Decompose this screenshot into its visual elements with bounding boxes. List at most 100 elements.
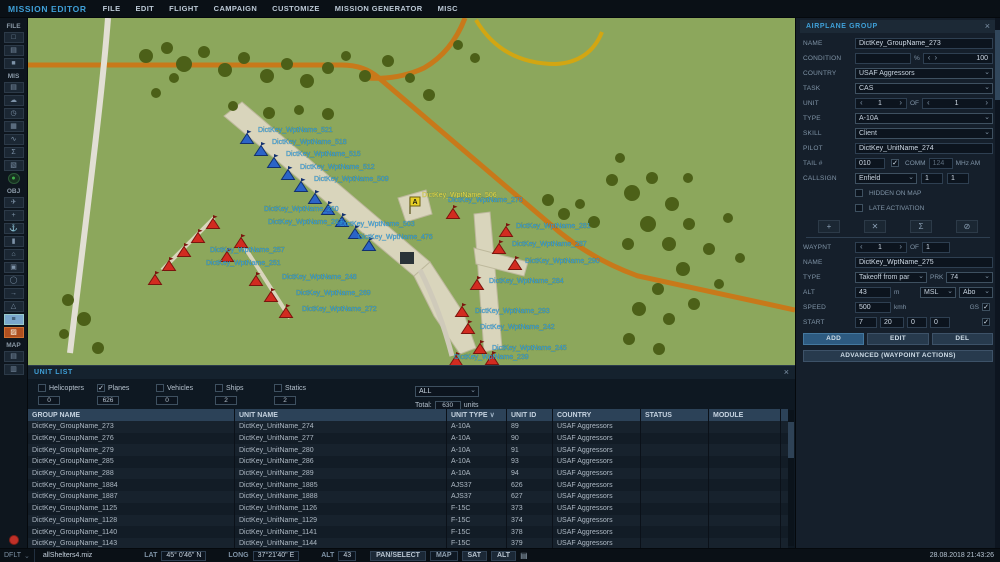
list-tool-icon[interactable]: ≡ [3,314,24,325]
waypoint-label[interactable]: DictKey_WptName_290 [525,258,600,266]
options-icon[interactable]: ▧ [3,160,24,171]
spinner-right-icon[interactable]: › [932,54,939,62]
right-panel-scroll-thumb[interactable] [995,30,1000,100]
edit-waypoint-button[interactable]: EDIT [867,333,929,345]
menu-item-misc[interactable]: MISC [438,4,458,13]
unit-table-row[interactable]: DictKey_GroupName_288 DictKey_UnitName_28… [28,467,788,480]
sat-view-button[interactable]: SAT [461,550,487,561]
waypoint-label[interactable]: DictKey_WptName_263 [268,219,343,227]
weather-icon[interactable]: ☁ [3,95,24,106]
waypoint-label[interactable]: DictKey_WptName_260 [264,206,339,214]
comm-checkbox[interactable] [891,159,899,167]
filter-checkbox-vehicles[interactable] [156,384,164,392]
aircraft-type-dropdown[interactable]: A-10A [855,112,993,124]
filter-checkbox-helicopters[interactable] [38,384,46,392]
menu-item-edit[interactable]: EDIT [135,4,154,13]
unit-list-close-icon[interactable]: × [784,368,789,377]
column-header-module[interactable]: MODULE [709,409,781,421]
spinner-left-icon[interactable]: ‹ [858,243,865,251]
hidden-on-map-checkbox[interactable] [855,189,863,197]
group-name-input[interactable]: DictKey_GroupName_273 [855,37,993,49]
spinner-left-icon[interactable]: ‹ [925,99,932,107]
map-view-button[interactable]: MAP [429,550,458,561]
summary-icon[interactable]: Σ [3,147,24,158]
waypoint-label[interactable]: DictKey_WptName_281 [516,223,591,231]
menu-item-mission-generator[interactable]: MISSION GENERATOR [335,4,423,13]
task-dropdown[interactable]: CAS [855,82,993,94]
unit-table-row[interactable]: DictKey_GroupName_1884 DictKey_UnitName_1… [28,479,788,492]
map-options-icon[interactable]: ▥ [3,364,24,375]
briefing-icon[interactable]: ▤ [3,82,24,93]
time-icon[interactable]: ◷ [3,108,24,119]
unit-table-row[interactable]: DictKey_GroupName_1128 DictKey_UnitName_1… [28,514,788,527]
menu-item-flight[interactable]: FLIGHT [169,4,198,13]
parking-dropdown[interactable]: 74 [946,271,993,283]
start-hour-input[interactable]: 20 [880,316,904,328]
unit-table-row[interactable]: DictKey_GroupName_1125 DictKey_UnitName_1… [28,502,788,515]
waypoint-label[interactable]: DictKey_WptName_269 [296,290,371,298]
filter-checkbox-statics[interactable] [274,384,282,392]
waypoint-label[interactable]: DictKey_WptName_509 [314,176,389,184]
waypoint-label[interactable]: DictKey_WptName_284 [489,278,564,286]
spinner-right-icon[interactable]: › [983,99,990,107]
add-template-icon[interactable]: ▣ [3,262,24,273]
start-second-input[interactable]: 0 [930,316,950,328]
map-area[interactable]: A DictKey_WptName_521 DictKey_WptName_518 D… [28,18,795,548]
failures-icon[interactable]: ▦ [3,121,24,132]
unit-list-scrollbar[interactable] [788,410,794,546]
column-header-country[interactable]: COUNTRY [553,409,641,421]
spinner-right-icon[interactable]: › [897,243,904,251]
altitude-mode-dropdown[interactable]: Abo [959,286,993,298]
open-mission-icon[interactable]: ▤ [3,45,24,56]
delete-waypoint-button[interactable]: DEL [931,333,993,345]
layers-icon[interactable]: ▤ [520,551,528,560]
pilot-input[interactable]: DictKey_UnitName_274 [855,142,993,154]
save-mission-icon[interactable]: ■ [3,58,24,69]
column-header-unit-name[interactable]: UNIT NAME [235,409,447,421]
start-time-checkbox[interactable] [982,318,990,326]
waypoint-label[interactable]: DictKey_WptName_476 [358,234,433,242]
triggers-icon[interactable]: ∿ [3,134,24,145]
skill-dropdown[interactable]: Client [855,127,993,139]
add-helicopter-icon[interactable]: + [3,210,24,221]
add-waypoint-button[interactable]: ADD [803,333,865,345]
unit-table-row[interactable]: DictKey_GroupName_279 DictKey_UnitName_28… [28,444,788,457]
wrench-tool-icon[interactable]: + [818,220,840,233]
country-dropdown[interactable]: USAF Aggressors [855,67,993,79]
unit-table-row[interactable]: DictKey_GroupName_1887 DictKey_UnitName_1… [28,491,788,503]
callsign-number-input[interactable]: 1 [947,172,969,184]
waypoint-type-dropdown[interactable]: Takeoff from par [855,271,927,283]
menu-item-campaign[interactable]: CAMPAIGN [214,4,257,13]
waypoint-label[interactable]: DictKey_WptName_242 [480,324,555,332]
waypoint-label[interactable]: DictKey_WptName_503 [340,221,415,229]
waypoint-label[interactable]: DictKey_WptName_512 [300,164,375,172]
add-ship-icon[interactable]: ⚓ [3,223,24,234]
late-activation-checkbox[interactable] [855,204,863,212]
condition-input[interactable] [855,52,911,64]
waypoint-label[interactable]: DictKey_WptName_518 [272,139,347,147]
unit-table-row[interactable]: DictKey_GroupName_276 DictKey_UnitName_27… [28,432,788,445]
unit-table-row[interactable]: DictKey_GroupName_1143 DictKey_UnitName_1… [28,537,788,548]
column-header-unit-type[interactable]: UNIT TYPE ∨ [447,409,507,421]
altitude-reference-dropdown[interactable]: MSL [920,286,956,298]
right-panel-scrollbar[interactable] [995,18,1000,548]
unit-table-row[interactable]: DictKey_GroupName_285 DictKey_UnitName_28… [28,456,788,468]
new-mission-icon[interactable]: □ [3,32,24,43]
column-header-group-name[interactable]: GROUP NAME [28,409,235,421]
waypoint-label[interactable]: DictKey_WptName_257 [210,247,285,255]
waypoint-spinner[interactable]: ‹ 1 › [855,241,907,253]
airplane-group-close-icon[interactable]: × [985,22,990,31]
unit-count-spinner[interactable]: ‹ 1 › [855,97,907,109]
attack-tool-icon[interactable]: ✕ [864,220,886,233]
filter-checkbox-ships[interactable] [215,384,223,392]
comm-frequency-input[interactable]: 124 [928,157,953,169]
alt-view-button[interactable]: ALT [491,550,517,561]
tail-number-input[interactable]: 010 [855,157,885,169]
waypoint-label[interactable]: DictKey_WptName_293 [475,308,550,316]
column-header-status[interactable]: STATUS [641,409,709,421]
condition-probability-spinner[interactable]: ‹ › 100 [922,52,993,64]
ground-speed-checkbox[interactable] [982,303,990,311]
column-header-unit-id[interactable]: UNIT ID [507,409,553,421]
speed-input[interactable]: 500 [855,301,891,313]
menu-item-customize[interactable]: CUSTOMIZE [272,4,320,13]
